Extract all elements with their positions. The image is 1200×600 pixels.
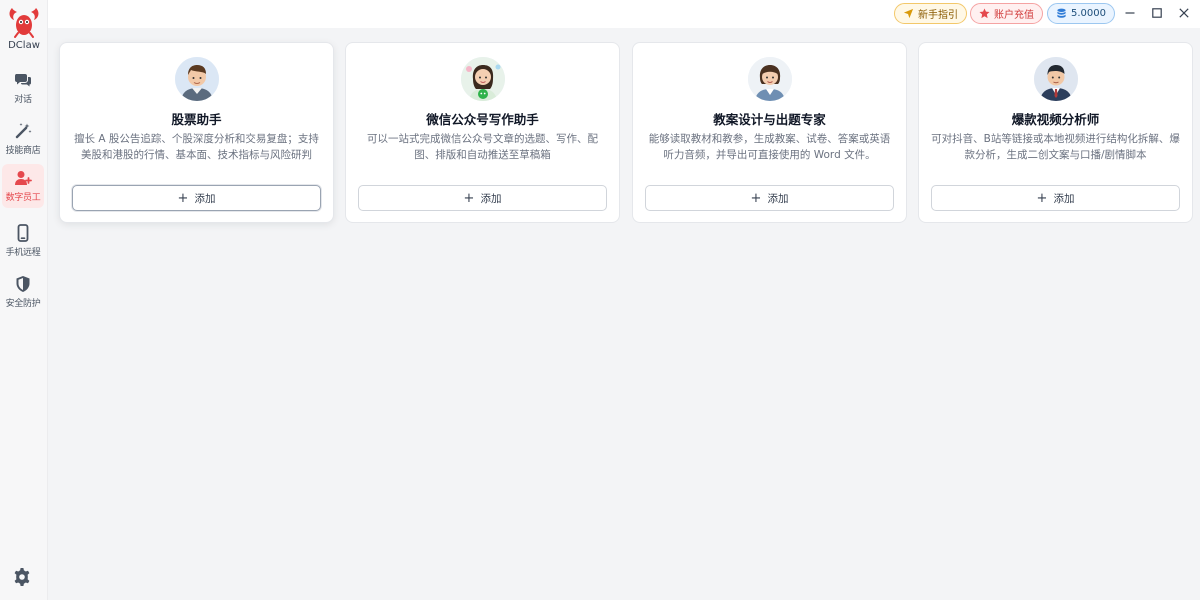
- minimize-icon[interactable]: [1122, 5, 1138, 21]
- balance-badge[interactable]: 5.0000: [1047, 3, 1115, 24]
- add-label: 添加: [767, 192, 789, 205]
- add-label: 添加: [480, 192, 502, 205]
- sidebar-item-label: 安全防护: [5, 299, 41, 309]
- businessman-avatar-icon: [1033, 57, 1078, 101]
- agent-card: 教案设计与出题专家 能够读取教材和教参，生成教案、试卷、答案或英语听力音频，并导…: [632, 42, 907, 223]
- coin-stack-icon: [1057, 8, 1066, 18]
- navigation-arrow-icon: [903, 8, 914, 19]
- agent-description: 可以一站式完成微信公众号文章的选题、写作、配图、排版和自动推送至草稿箱: [367, 133, 598, 161]
- add-agent-button[interactable]: + 添加: [645, 185, 894, 211]
- plus-icon: +: [177, 190, 189, 206]
- agent-title: 股票助手: [171, 112, 222, 127]
- agent-title: 爆款视频分析师: [1011, 112, 1100, 127]
- maximize-icon[interactable]: [1149, 5, 1165, 21]
- agent-description: 可对抖音、B站等链接或本地视频进行结构化拆解、爆款分析，生成二创文案与口播/剧情…: [931, 133, 1180, 161]
- dclaw-logo-icon[interactable]: [6, 4, 42, 38]
- agent-description: 擅长 A 股公告追踪、个股深度分析和交易复盘；支持美股和港股的行情、基本面、技术…: [74, 133, 319, 161]
- agent-title: 微信公众号写作助手: [426, 112, 539, 127]
- man-avatar-icon: [174, 57, 219, 101]
- plus-icon: +: [1036, 190, 1048, 206]
- chat-bubbles-icon: [14, 74, 31, 87]
- sidebar: DClaw 对话 技能商店 数字员工 手机远程 安全防护: [0, 0, 48, 600]
- agent-title: 教案设计与出题专家: [713, 112, 826, 127]
- agent-card: 股票助手 擅长 A 股公告追踪、个股深度分析和交易复盘；支持美股和港股的行情、基…: [59, 42, 334, 223]
- gear-icon[interactable]: [12, 567, 32, 587]
- agent-avatar: [460, 57, 505, 101]
- teacher-avatar-icon: [747, 57, 792, 101]
- woman-avatar-icon: [460, 57, 505, 101]
- mobile-phone-icon: [17, 224, 29, 242]
- sidebar-item-label: 数字员工: [5, 193, 41, 203]
- add-label: 添加: [194, 192, 216, 205]
- guide-button[interactable]: 新手指引: [894, 3, 967, 24]
- app-name: DClaw: [8, 40, 40, 51]
- sidebar-item-label: 对话: [14, 95, 32, 105]
- agent-avatar: [747, 57, 792, 101]
- plus-icon: +: [463, 190, 475, 206]
- agent-avatar: [174, 57, 219, 101]
- star-icon: [979, 8, 990, 19]
- agent-card: 爆款视频分析师 可对抖音、B站等链接或本地视频进行结构化拆解、爆款分析，生成二创…: [918, 42, 1193, 223]
- recharge-button[interactable]: 账户充值: [970, 3, 1043, 24]
- sidebar-item-chat[interactable]: 对话: [2, 66, 44, 110]
- shield-icon: [16, 276, 30, 292]
- add-agent-button[interactable]: + 添加: [72, 185, 321, 211]
- add-label: 添加: [1053, 192, 1075, 205]
- balance-value: 5.0000: [1071, 8, 1106, 19]
- close-icon[interactable]: [1176, 5, 1192, 21]
- recharge-label: 账户充值: [994, 10, 1034, 21]
- magic-wand-icon: [15, 123, 32, 139]
- sidebar-item-skills[interactable]: 技能商店: [2, 117, 44, 161]
- agent-description: 能够读取教材和教参，生成教案、试卷、答案或英语听力音频，并导出可直接使用的 Wo…: [648, 133, 891, 161]
- add-agent-button[interactable]: + 添加: [931, 185, 1180, 211]
- sidebar-item-phone-remote[interactable]: 手机远程: [2, 219, 44, 263]
- agent-avatar: [1033, 57, 1078, 101]
- sidebar-item-label: 手机远程: [5, 248, 41, 258]
- add-agent-button[interactable]: + 添加: [358, 185, 607, 211]
- guide-label: 新手指引: [918, 10, 958, 21]
- top-bar: 新手指引 账户充值 5.0000: [48, 0, 1200, 28]
- sidebar-item-label: 技能商店: [5, 146, 41, 156]
- sidebar-item-security[interactable]: 安全防护: [2, 270, 44, 314]
- sidebar-item-digital-staff[interactable]: 数字员工: [2, 164, 44, 208]
- agent-card: 微信公众号写作助手 可以一站式完成微信公众号文章的选题、写作、配图、排版和自动推…: [345, 42, 620, 223]
- plus-icon: +: [750, 190, 762, 206]
- user-add-icon: [15, 171, 32, 185]
